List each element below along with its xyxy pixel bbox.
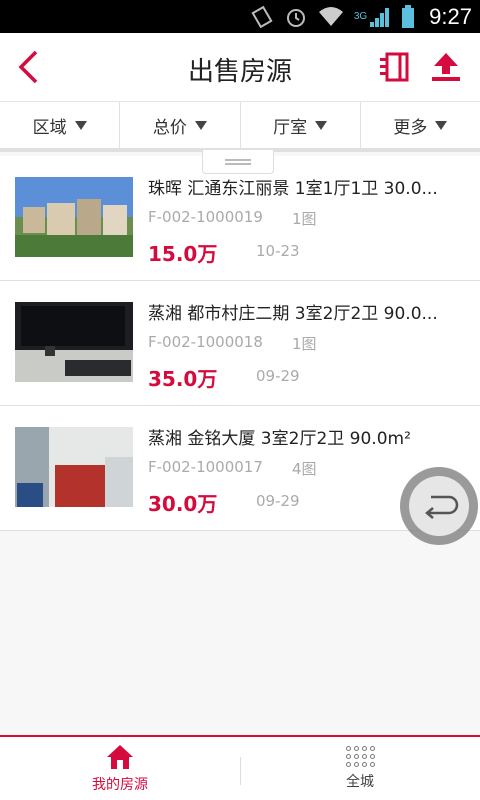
clock: 9:27 (429, 3, 472, 29)
list-item[interactable]: 蒸湘 都市村庄二期 3室2厅2卫 90.0... F-002-1000018 1… (0, 281, 480, 406)
network-type: 3G (353, 11, 368, 22)
floating-return-button[interactable] (400, 467, 478, 545)
listing-code: F-002-1000017 (148, 458, 263, 476)
signal-icon (370, 7, 390, 27)
alarm-icon (286, 8, 305, 27)
listing-code: F-002-1000018 (148, 333, 263, 351)
status-bar: 3G 9:27 (0, 0, 480, 33)
return-arrow-icon (425, 495, 459, 519)
filter-bar: 区域 总价 厅室 更多 (0, 102, 480, 152)
listing-photo-count: 4图 (292, 460, 317, 478)
dropdown-arrow-icon (435, 120, 448, 130)
filter-area[interactable]: 区域 (0, 102, 121, 148)
listing-code: F-002-1000019 (148, 208, 263, 226)
listing-price: 35.0万 (148, 367, 218, 391)
nav-label: 全城 (346, 774, 374, 790)
filter-label: 区域 (32, 117, 67, 138)
battery-icon (402, 4, 415, 28)
filter-more[interactable]: 更多 (361, 102, 480, 148)
upload-button[interactable] (424, 47, 468, 87)
bottom-nav: 我的房源 全城 (0, 735, 480, 800)
listing-thumbnail (15, 427, 133, 507)
listing-thumbnail (15, 177, 133, 257)
filter-label: 更多 (393, 117, 428, 138)
list-item[interactable]: 珠晖 汇通东江丽景 1室1厅1卫 30.0... F-002-1000019 1… (0, 156, 480, 281)
listing-thumbnail (15, 302, 133, 382)
list-view-button[interactable] (372, 47, 416, 87)
listing-title: 蒸湘 金铭大厦 3室2厅2卫 90.0m² (148, 429, 411, 449)
filter-total-price[interactable]: 总价 (120, 102, 241, 148)
rotate-icon (251, 5, 273, 28)
listing-title: 蒸湘 都市村庄二期 3室2厅2卫 90.0... (148, 304, 438, 324)
listing-title: 珠晖 汇通东江丽景 1室1厅1卫 30.0... (148, 179, 438, 199)
grid-icon (345, 746, 375, 767)
dropdown-arrow-icon (315, 120, 328, 130)
filter-rooms[interactable]: 厅室 (241, 102, 361, 148)
listing-date: 10-23 (256, 242, 300, 260)
header: 出售房源 (0, 33, 480, 102)
list-icon (380, 52, 409, 82)
filter-label: 总价 (152, 117, 187, 138)
listing-photo-count: 1图 (292, 210, 317, 228)
nav-my-listings[interactable]: 我的房源 (0, 737, 240, 800)
listing-date: 09-29 (256, 492, 300, 510)
listing-price: 30.0万 (148, 492, 218, 516)
dropdown-arrow-icon (74, 120, 87, 130)
home-icon (107, 744, 133, 769)
upload-icon (432, 53, 460, 81)
filter-label: 厅室 (273, 117, 308, 138)
wifi-icon (318, 6, 343, 26)
listing-photo-count: 1图 (292, 335, 317, 353)
drag-handle-icon (225, 158, 251, 165)
nav-label: 我的房源 (92, 776, 148, 793)
listing-price: 15.0万 (148, 242, 218, 266)
dropdown-arrow-icon (194, 120, 207, 130)
pull-handle[interactable] (202, 150, 274, 174)
listing-date: 09-29 (256, 367, 300, 385)
nav-city[interactable]: 全城 (240, 737, 480, 800)
listing-list: 珠晖 汇通东江丽景 1室1厅1卫 30.0... F-002-1000019 1… (0, 156, 480, 531)
